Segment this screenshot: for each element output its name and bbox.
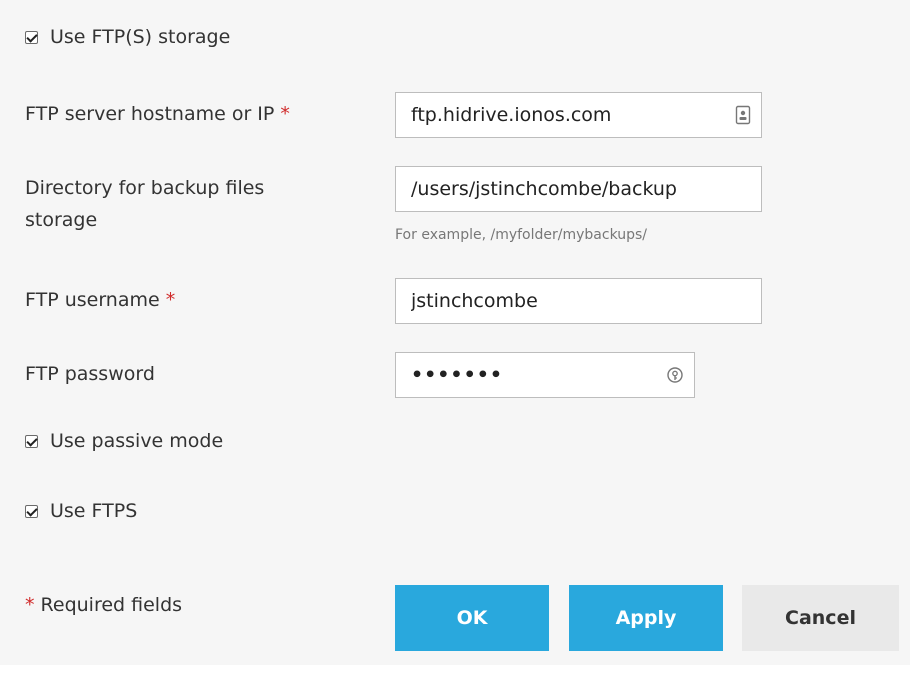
ok-button[interactable]: OK: [395, 585, 549, 651]
use-ftp-storage-label[interactable]: Use FTP(S) storage: [50, 26, 230, 48]
username-input[interactable]: jstinchcombe: [395, 278, 762, 324]
required-note-text: Required fields: [40, 594, 183, 616]
apply-button[interactable]: Apply: [569, 585, 723, 651]
directory-label-line2: storage: [25, 209, 98, 231]
password-input[interactable]: •••••••: [395, 352, 695, 398]
use-ftp-storage-row[interactable]: Use FTP(S) storage: [25, 26, 922, 48]
directory-label: Directory for backup files storage: [25, 172, 264, 236]
directory-label-line1: Directory for backup files: [25, 177, 265, 199]
cancel-button[interactable]: Cancel: [742, 585, 899, 651]
passive-mode-row[interactable]: Use passive mode: [25, 430, 922, 452]
hostname-value: ftp.hidrive.ionos.com: [411, 104, 612, 126]
hostname-input[interactable]: ftp.hidrive.ionos.com: [395, 92, 762, 138]
use-ftps-checkbox[interactable]: [25, 504, 38, 518]
directory-input[interactable]: /users/jstinchcombe/backup: [395, 166, 762, 212]
directory-value: /users/jstinchcombe/backup: [411, 178, 677, 200]
hostname-required-mark: *: [280, 103, 290, 125]
contact-card-icon[interactable]: [735, 105, 751, 125]
passive-mode-checkbox[interactable]: [25, 434, 38, 448]
passive-mode-label[interactable]: Use passive mode: [50, 430, 223, 452]
ftp-settings-panel: Use FTP(S) storage FTP server hostname o…: [0, 0, 910, 665]
username-label-text: FTP username: [25, 289, 160, 311]
password-reveal-icon[interactable]: [666, 366, 684, 384]
use-ftp-storage-checkbox[interactable]: [25, 30, 38, 44]
password-label-text: FTP password: [25, 363, 155, 385]
username-value: jstinchcombe: [411, 290, 538, 312]
username-required-mark: *: [165, 289, 176, 311]
directory-hint: For example, /myfolder/mybackups/: [395, 227, 648, 243]
required-fields-note: * Required fields: [25, 594, 182, 616]
hostname-label-text: FTP server hostname or IP: [25, 103, 275, 125]
required-note-mark: *: [25, 594, 35, 616]
password-label: FTP password: [25, 358, 155, 390]
password-value: •••••••: [411, 364, 504, 386]
use-ftps-row[interactable]: Use FTPS: [25, 500, 922, 522]
username-label: FTP username *: [25, 284, 175, 316]
hostname-label: FTP server hostname or IP *: [25, 98, 290, 130]
use-ftps-label[interactable]: Use FTPS: [50, 500, 137, 522]
